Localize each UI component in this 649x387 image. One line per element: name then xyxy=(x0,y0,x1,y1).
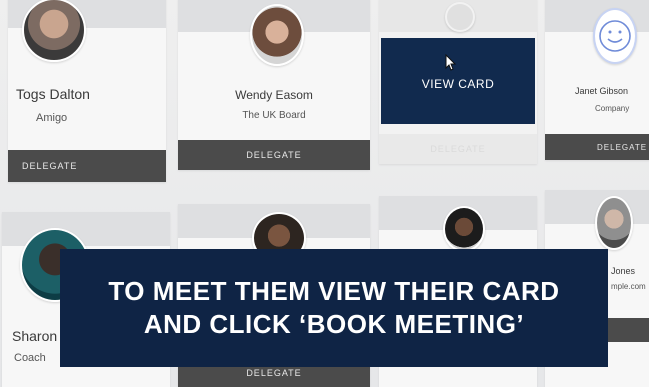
delegate-organisation: Coach xyxy=(14,352,46,364)
delegate-name: Jones xyxy=(611,266,636,276)
delegate-name: Janet Gibson xyxy=(575,86,629,96)
avatar[interactable] xyxy=(22,0,86,62)
delegate-organisation: mple.com xyxy=(611,282,646,291)
delegate-card[interactable]: VIEW CARD DELEGATE xyxy=(379,0,537,164)
avatar[interactable] xyxy=(250,4,304,66)
delegate-name: Sharon xyxy=(12,328,58,344)
delegate-organisation: Amigo xyxy=(36,112,68,124)
delegate-label: DELEGATE xyxy=(246,368,302,378)
delegate-label: DELEGATE xyxy=(597,142,648,152)
banner-line-1: TO MEET THEM VIEW THEIR CARD xyxy=(108,276,560,306)
delegate-button[interactable]: DELEGATE xyxy=(178,140,370,170)
delegate-button[interactable]: DELEGATE xyxy=(379,134,537,164)
view-card-button[interactable]: VIEW CARD xyxy=(381,38,535,124)
pointer-cursor-icon xyxy=(445,54,457,71)
delegate-organisation: Company xyxy=(595,104,630,113)
instruction-banner: TO MEET THEM VIEW THEIR CARD AND CLICK ‘… xyxy=(60,249,608,367)
avatar[interactable] xyxy=(445,2,475,32)
delegate-label: DELEGATE xyxy=(430,144,486,154)
delegate-name: Togs Dalton xyxy=(16,86,90,102)
delegate-card[interactable]: Togs Dalton Amigo DELEGATE xyxy=(8,0,166,182)
delegate-label: DELEGATE xyxy=(246,150,302,160)
delegate-directory-grid: Togs Dalton Amigo DELEGATE Wendy Easom T… xyxy=(0,0,649,387)
delegate-card[interactable]: Wendy Easom The UK Board DELEGATE xyxy=(178,0,370,170)
delegate-card[interactable]: Janet Gibson Company DELEGATE xyxy=(545,0,649,160)
banner-line-2: AND CLICK ‘BOOK MEETING’ xyxy=(143,309,525,339)
avatar[interactable] xyxy=(595,196,633,250)
delegate-button[interactable]: DELEGATE xyxy=(545,134,649,160)
delegate-label: DELEGATE xyxy=(22,161,78,171)
avatar[interactable] xyxy=(593,8,637,64)
avatar[interactable] xyxy=(443,206,485,252)
delegate-name: Wendy Easom xyxy=(235,88,313,102)
view-card-label: VIEW CARD xyxy=(421,77,495,91)
smiley-face-icon xyxy=(599,20,631,52)
delegate-organisation: The UK Board xyxy=(242,110,306,121)
delegate-button[interactable]: DELEGATE xyxy=(8,150,166,182)
